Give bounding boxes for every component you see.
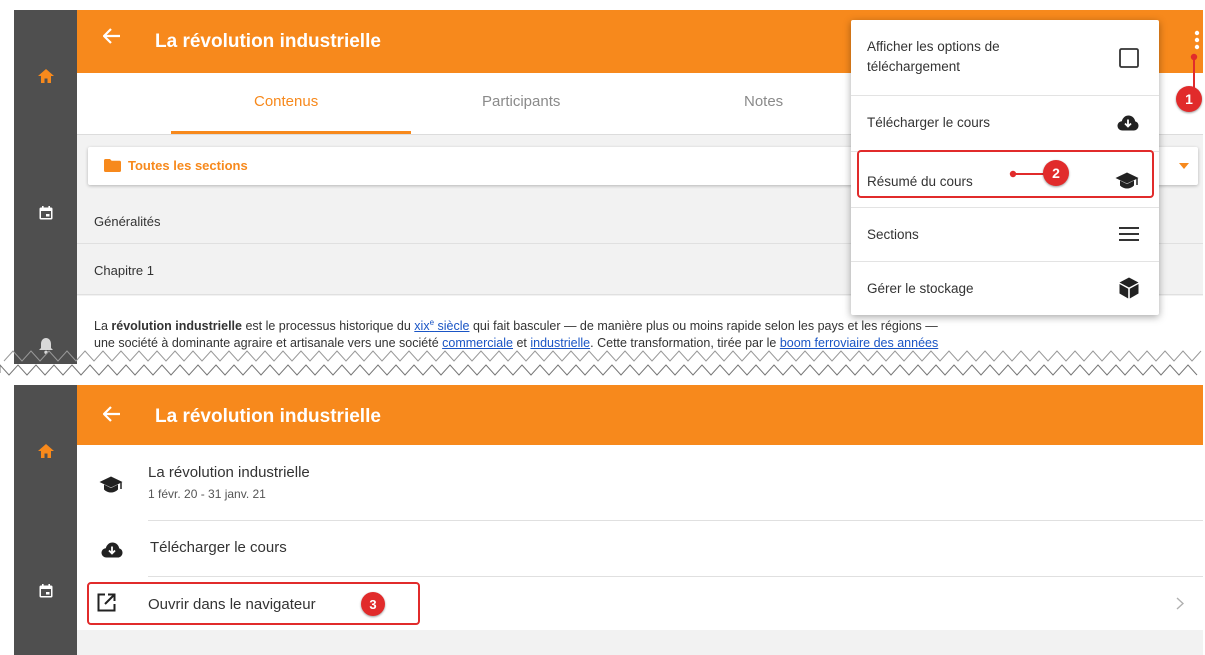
menu-item-manage-storage[interactable]: Gérer le stockage	[851, 262, 1159, 315]
menu-item-label: Télécharger le cours	[867, 115, 991, 130]
graduation-cap-icon	[99, 476, 123, 499]
active-tab-indicator	[171, 131, 411, 134]
callout-badge-3: 3	[361, 592, 385, 616]
paragraph-bold: révolution industrielle	[111, 319, 242, 334]
menu-item-label: Afficher les options de téléchargement	[867, 39, 1000, 74]
cloud-download-icon	[101, 542, 123, 563]
top-app-bar: La révolution industrielle	[77, 385, 1203, 445]
menu-item-download-course[interactable]: Télécharger le cours	[851, 96, 1159, 152]
tab-notes[interactable]: Notes	[744, 93, 783, 110]
tab-contenus[interactable]: Contenus	[254, 93, 318, 110]
tab-participants[interactable]: Participants	[482, 93, 560, 110]
callout-badge-1: 1	[1176, 86, 1202, 112]
calendar-icon[interactable]	[14, 578, 77, 604]
back-arrow-icon[interactable]	[103, 406, 121, 422]
chevron-down-icon[interactable]	[1179, 163, 1189, 169]
home-icon[interactable]	[14, 438, 77, 464]
paragraph-text: est le processus historique du	[241, 319, 415, 334]
menu-item-label: Gérer le stockage	[867, 281, 974, 296]
callout-badge-2: 2	[1043, 160, 1069, 186]
menu-lines-icon	[1119, 227, 1139, 241]
section-label: Chapitre 1	[94, 263, 154, 278]
section-label: Généralités	[94, 214, 161, 229]
back-arrow-icon[interactable]	[103, 28, 121, 44]
torn-edge-divider	[0, 350, 1205, 385]
cloud-download-icon	[1117, 115, 1139, 131]
cube-icon	[1119, 277, 1139, 299]
course-dates: 1 févr. 20 - 31 janv. 21	[148, 487, 266, 501]
page-title: La révolution industrielle	[155, 31, 381, 52]
highlight-course-summary	[857, 150, 1154, 198]
menu-item-sections[interactable]: Sections	[851, 208, 1159, 262]
callout-connector	[1009, 170, 1046, 178]
chevron-right-icon	[1176, 597, 1185, 615]
checkbox-icon[interactable]	[1119, 48, 1139, 68]
home-icon[interactable]	[14, 63, 77, 89]
paragraph-text: La	[94, 319, 112, 334]
page-title: La révolution industrielle	[155, 406, 381, 427]
menu-item-download-options[interactable]: Afficher les options de téléchargement	[851, 20, 1159, 96]
course-title: La révolution industrielle	[148, 464, 310, 481]
folder-icon	[104, 159, 121, 177]
calendar-icon[interactable]	[14, 200, 77, 226]
paragraph-text: qui fait basculer — de manière plus ou m…	[469, 319, 938, 334]
section-selector-label: Toutes les sections	[128, 158, 248, 173]
list-footer	[77, 630, 1203, 655]
composite-screenshot: La révolution industrielle Contenus Part…	[0, 0, 1205, 655]
sidebar	[14, 385, 77, 655]
link-xix-siecle[interactable]: xixe siècle	[414, 318, 469, 333]
more-vertical-icon[interactable]	[1193, 30, 1201, 50]
menu-item-label: Sections	[867, 227, 919, 242]
download-course-label: Télécharger le cours	[150, 539, 287, 556]
